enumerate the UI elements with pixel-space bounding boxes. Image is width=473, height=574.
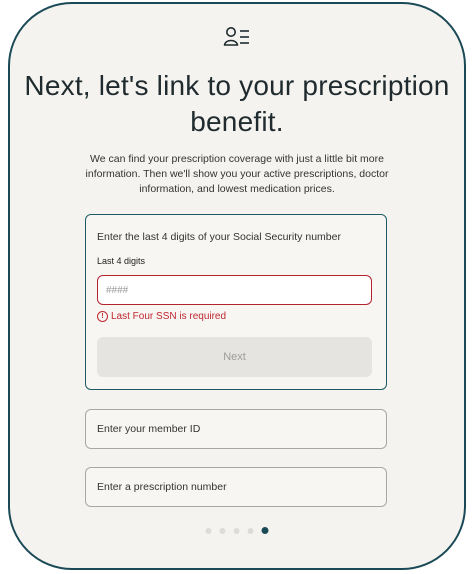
- ssn-error: ! Last Four SSN is required: [97, 311, 226, 322]
- pagination-dot[interactable]: [247, 527, 254, 534]
- pagination-dot[interactable]: [205, 527, 212, 534]
- user-list-icon: [223, 27, 249, 46]
- ssn-panel: Enter the last 4 digits of your Social S…: [85, 214, 387, 390]
- next-button[interactable]: Next: [97, 337, 372, 377]
- page-subtitle: We can find your prescription coverage w…: [85, 153, 389, 195]
- member-id-label: Enter your member ID: [97, 423, 201, 435]
- member-id-option[interactable]: Enter your member ID: [85, 409, 387, 449]
- pagination-dot-active[interactable]: [261, 527, 269, 534]
- ssn-input[interactable]: [97, 275, 372, 305]
- pagination-dot[interactable]: [219, 527, 226, 534]
- onboarding-card: Next, let's link to your prescription be…: [8, 2, 466, 570]
- prescription-number-option[interactable]: Enter a prescription number: [85, 467, 387, 507]
- pagination-dot[interactable]: [233, 527, 240, 534]
- page-title: Next, let's link to your prescription be…: [24, 70, 450, 137]
- prescription-number-label: Enter a prescription number: [97, 481, 227, 493]
- pagination-dots: [205, 527, 269, 534]
- ssn-error-text: Last Four SSN is required: [111, 311, 227, 322]
- ssn-label: Last 4 digits: [97, 256, 146, 266]
- alert-icon: !: [97, 311, 108, 322]
- ssn-instruction: Enter the last 4 digits of your Social S…: [97, 231, 341, 243]
